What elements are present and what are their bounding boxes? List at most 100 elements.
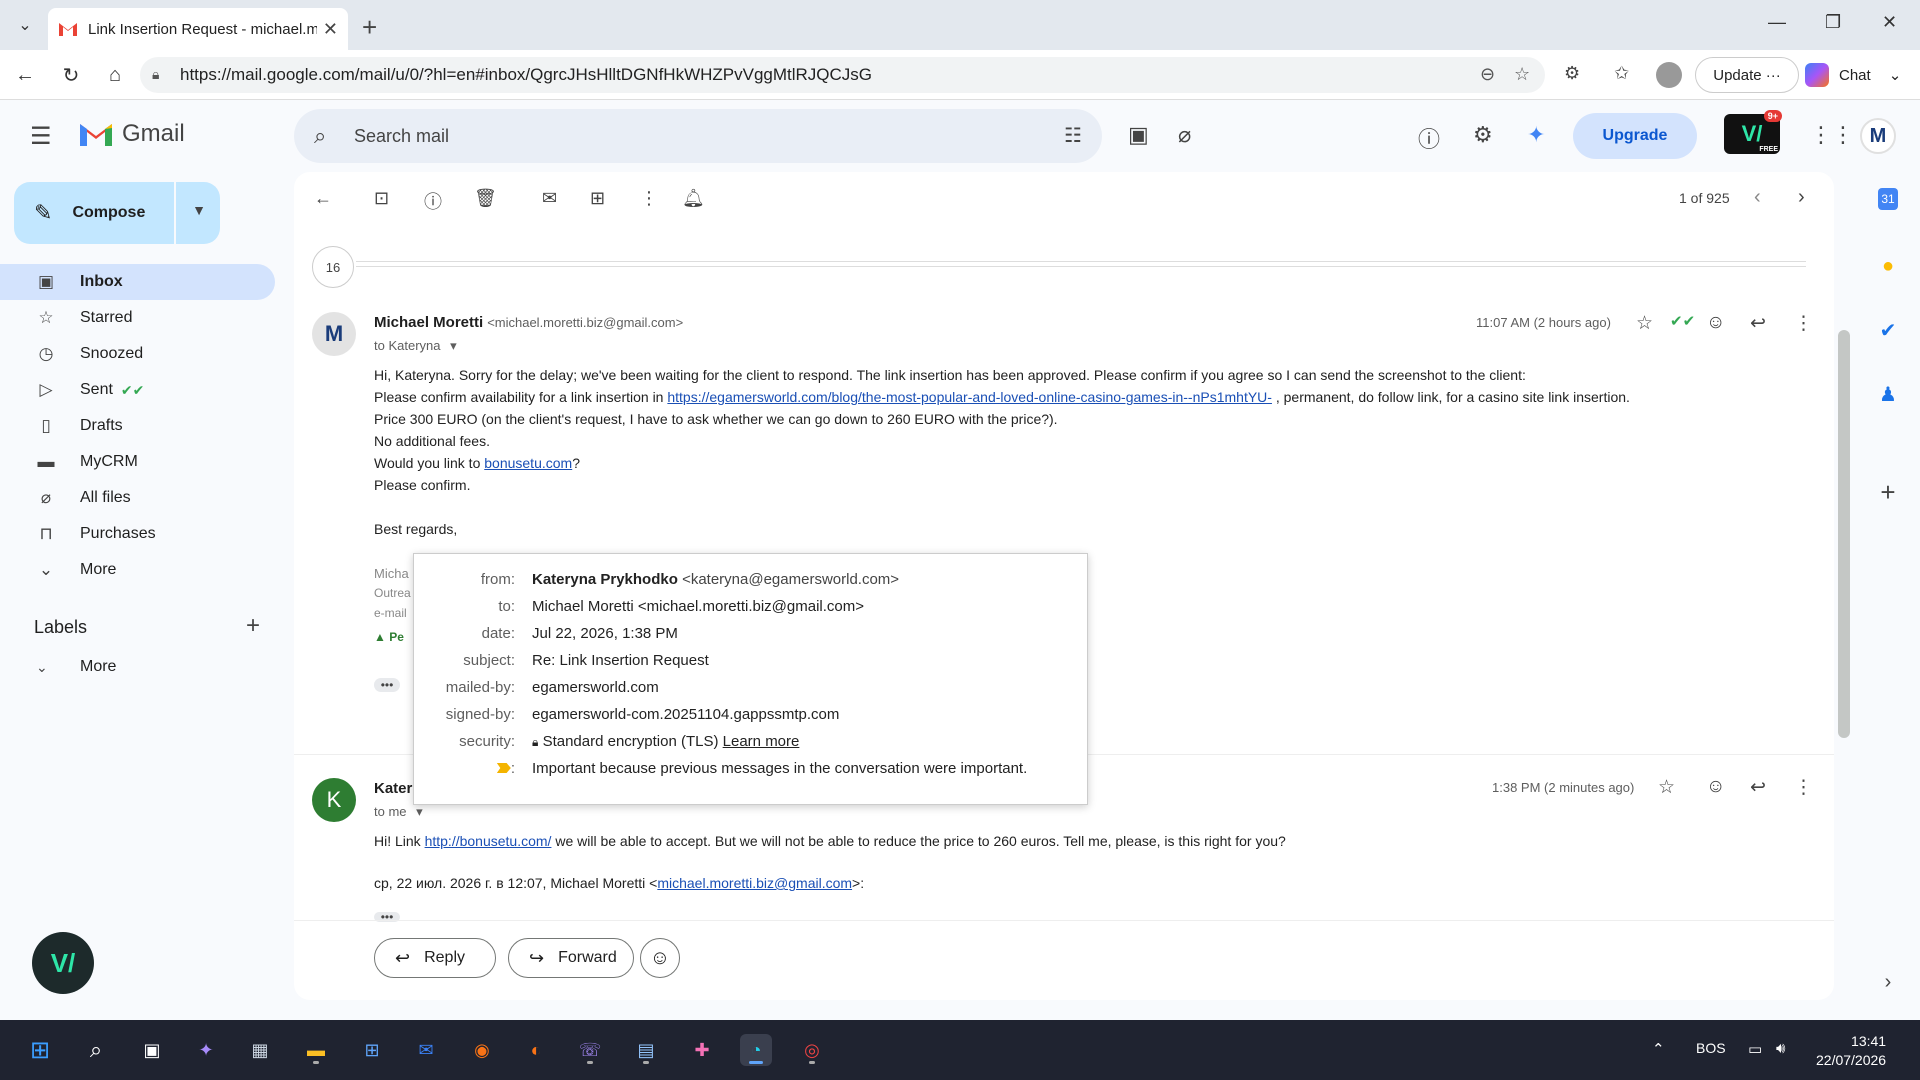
copilot-chat-button[interactable]: Chat ⌄ xyxy=(1805,57,1915,93)
search-input[interactable]: ⌕ Search mail ☷ xyxy=(294,109,1102,163)
expand-panel-chevron-icon[interactable]: › xyxy=(1874,968,1902,996)
browser-app-icon[interactable]: ◉ xyxy=(466,1034,498,1066)
main-menu-icon[interactable]: ☰ xyxy=(30,122,52,151)
tasks-check-icon[interactable]: ✔ xyxy=(1874,316,1902,344)
reply-icon[interactable]: ↩ xyxy=(1750,312,1766,335)
viber-icon[interactable]: ☏ xyxy=(574,1034,606,1066)
email-link[interactable]: michael.moretti.biz@gmail.com xyxy=(657,875,852,891)
copilot-icon[interactable]: ✦ xyxy=(190,1034,222,1066)
upgrade-button[interactable]: Upgrade xyxy=(1573,113,1697,159)
gmail-logo[interactable]: Gmail xyxy=(78,120,185,148)
sender-name[interactable]: Michael Moretti <michael.moretti.biz@gmai… xyxy=(374,314,683,331)
sidebar-item-starred[interactable]: ☆ Starred xyxy=(0,300,285,336)
sidebar-item-snoozed[interactable]: ◷ Snoozed xyxy=(0,336,285,372)
sidebar-item-drafts[interactable]: ▯ Drafts xyxy=(0,408,285,444)
taskbar-clock[interactable]: 13:41 22/07/2026 xyxy=(1816,1032,1886,1070)
apps-grid-icon[interactable]: ⋮⋮ xyxy=(1810,122,1854,148)
mark-unread-icon[interactable]: ✉ xyxy=(542,188,557,209)
search-icon[interactable]: ⌕ xyxy=(80,1034,112,1066)
keep-bulb-icon[interactable]: ● xyxy=(1874,252,1902,280)
bonusetu-link[interactable]: http://bonusetu.com/ xyxy=(425,833,552,849)
emoji-react-icon[interactable]: ☺ xyxy=(1706,312,1725,334)
labels-more[interactable]: ⌄ More xyxy=(36,658,116,676)
star-icon[interactable]: ☆ xyxy=(1658,776,1675,799)
show-trimmed-content[interactable]: ••• xyxy=(374,678,400,692)
tab-list-chevron-icon[interactable]: ⌄ xyxy=(10,10,40,40)
outlook-icon[interactable]: ✉ xyxy=(410,1034,442,1066)
back-to-inbox-icon[interactable]: ← xyxy=(314,188,332,209)
extensions-icon[interactable]: ⚙ xyxy=(1564,63,1580,84)
gemini-sparkle-icon[interactable]: ✦ xyxy=(1527,122,1545,148)
zoom-icon[interactable]: ⊖ xyxy=(1480,64,1495,85)
show-details-chevron-icon[interactable]: ▾ xyxy=(450,338,457,353)
close-tab-icon[interactable]: ✕ xyxy=(323,19,338,40)
emoji-react-icon[interactable]: ☺ xyxy=(1706,776,1725,798)
slack-icon[interactable]: ✚ xyxy=(686,1034,718,1066)
move-to-icon[interactable]: ⊞ xyxy=(590,188,605,209)
blog-link[interactable]: https://egamersworld.com/blog/the-most-p… xyxy=(667,389,1272,405)
profile-avatar-icon[interactable] xyxy=(1656,62,1682,88)
collapsed-messages-count[interactable]: 16 xyxy=(312,246,354,288)
calendar-icon[interactable]: 31 xyxy=(1878,188,1898,210)
message-scrollbar[interactable] xyxy=(1838,330,1850,738)
edge-icon[interactable]: ◔ xyxy=(740,1034,772,1066)
emoji-react-button[interactable]: ☺ xyxy=(640,938,680,978)
firefox-icon[interactable]: ◐ xyxy=(520,1034,552,1066)
volume-icon[interactable]: 🔊︎ xyxy=(1776,1040,1785,1057)
back-arrow-icon[interactable]: ← xyxy=(12,62,38,88)
show-hidden-icons-chevron-icon[interactable]: ⌃ xyxy=(1652,1040,1665,1058)
chrome-icon[interactable]: ◎ xyxy=(796,1034,828,1066)
network-icon[interactable]: ▭ xyxy=(1748,1040,1762,1058)
store-icon[interactable]: ⊞ xyxy=(356,1034,388,1066)
learn-more-link[interactable]: Learn more xyxy=(723,733,800,750)
favorites-icon[interactable]: ✩ xyxy=(1614,63,1629,84)
new-tab-icon[interactable]: + xyxy=(362,12,377,43)
recipient-line[interactable]: to me ▾ xyxy=(374,804,423,820)
minimize-icon[interactable]: — xyxy=(1768,12,1786,33)
compose-dropdown-icon[interactable]: ▼ xyxy=(192,202,206,218)
archive-icon[interactable]: ⊡ xyxy=(374,188,389,209)
reply-button[interactable]: ↩ Reply xyxy=(374,938,496,978)
more-vert-icon[interactable]: ⋮ xyxy=(1794,776,1813,799)
reply-icon[interactable]: ↩ xyxy=(1750,776,1766,799)
file-explorer-icon[interactable]: ▬ xyxy=(300,1034,332,1066)
browser-update-button[interactable]: Update ··· xyxy=(1695,57,1799,93)
calculator-icon[interactable]: ▦ xyxy=(244,1034,276,1066)
maximize-icon[interactable]: ❐ xyxy=(1825,12,1841,33)
star-icon[interactable]: ☆ xyxy=(1636,312,1653,335)
search-options-icon[interactable]: ☷ xyxy=(1064,123,1082,148)
snooze-bell-icon[interactable]: 🔔︎ xyxy=(682,188,705,209)
sidebar-item-mycrm[interactable]: ▬ MyCRM xyxy=(0,444,285,480)
bonusetu-link[interactable]: bonusetu.com xyxy=(484,455,572,471)
get-addons-plus-icon[interactable]: + xyxy=(1874,477,1902,507)
sender-avatar[interactable]: K xyxy=(312,778,356,822)
add-label-icon[interactable]: + xyxy=(246,612,260,640)
contacts-icon[interactable]: ▣ xyxy=(1128,122,1149,148)
sidebar-item-inbox[interactable]: ▣ Inbox xyxy=(0,264,275,300)
report-spam-icon[interactable]: ⓘ xyxy=(424,188,442,214)
site-info-icon[interactable]: 🔒︎ xyxy=(152,66,159,83)
recipient-line[interactable]: to Kateryna ▾ xyxy=(374,338,457,354)
windows-start-icon[interactable]: ⊞ xyxy=(24,1034,56,1066)
sidebar-item-all-files[interactable]: ⌀ All files xyxy=(0,480,285,516)
sender-name[interactable]: Kater xyxy=(374,780,412,797)
more-options-icon[interactable]: ⋮ xyxy=(640,188,658,209)
sidebar-item-purchases[interactable]: ⊓ Purchases xyxy=(0,516,285,552)
newer-chevron-icon[interactable]: ‹ xyxy=(1754,186,1761,209)
sidebar-item-sent[interactable]: ▷ Sent ✔✔ xyxy=(0,372,285,408)
input-language[interactable]: BOS xyxy=(1696,1040,1726,1056)
url-input[interactable]: 🔒︎ https://mail.google.com/mail/u/0/?hl=… xyxy=(140,57,1545,93)
contacts-person-icon[interactable]: ♟ xyxy=(1874,380,1902,408)
extension-badge[interactable]: V/ 9+ FREE xyxy=(1724,110,1782,154)
extension-launcher-icon[interactable]: V/ xyxy=(32,932,94,994)
close-window-icon[interactable]: ✕ xyxy=(1882,12,1897,33)
show-details-chevron-icon[interactable]: ▾ xyxy=(416,804,423,819)
reload-icon[interactable]: ↻ xyxy=(58,62,84,88)
delete-icon[interactable]: 🗑︎ xyxy=(474,188,497,209)
forward-button[interactable]: ↪ Forward xyxy=(508,938,634,978)
attachment-icon[interactable]: ⌀ xyxy=(1178,122,1191,148)
bookmark-star-icon[interactable]: ☆ xyxy=(1514,64,1530,85)
home-icon[interactable]: ⌂ xyxy=(102,62,128,88)
notepad-icon[interactable]: ▤ xyxy=(630,1034,662,1066)
task-view-icon[interactable]: ▣ xyxy=(136,1034,168,1066)
